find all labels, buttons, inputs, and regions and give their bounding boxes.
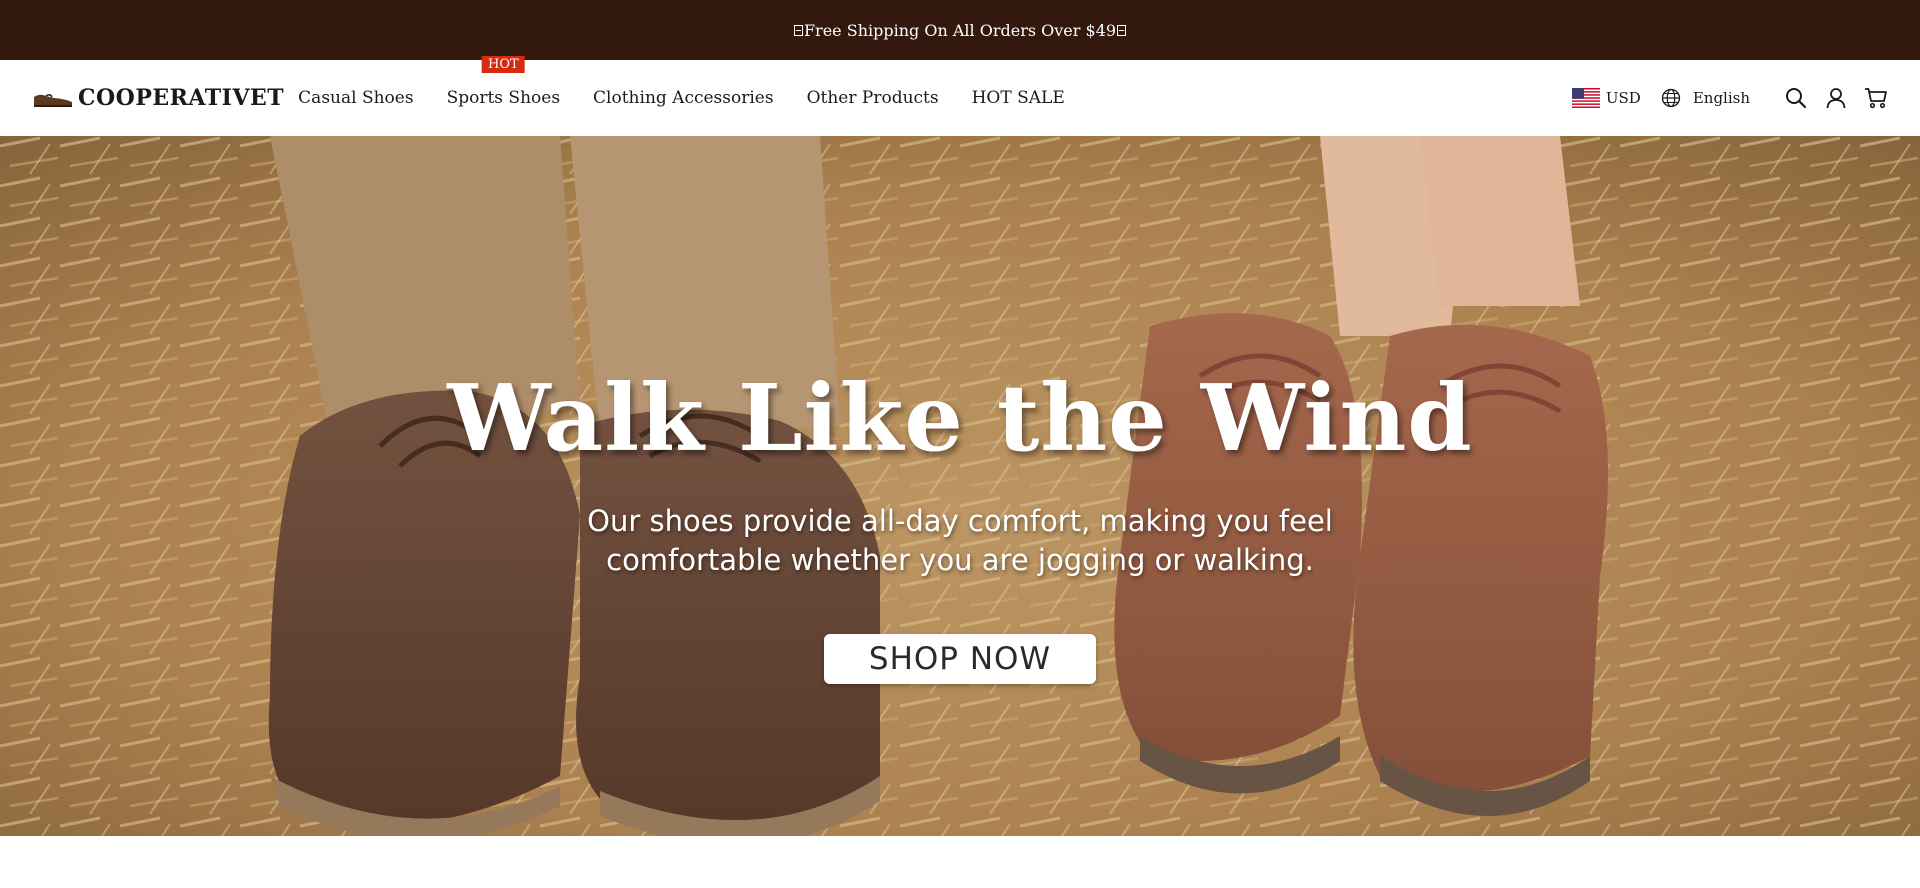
nav-casual-shoes[interactable]: Casual Shoes [298,88,413,108]
nav-sports-shoes-label: Sports Shoes [446,88,561,108]
currency-label: USD [1605,89,1641,107]
main-nav: Casual Shoes HOT Sports Shoes Clothing A… [298,56,1098,108]
header-tools: USD English [1571,86,1888,110]
hero-banner: Walk Like the Wind Our shoes provide all… [0,136,1920,836]
account-button[interactable] [1824,86,1848,110]
nav-hot-sale[interactable]: HOT SALE [972,88,1065,108]
language-label: English [1692,89,1750,107]
search-button[interactable] [1784,86,1808,110]
shoe-logo-icon [34,93,72,107]
language-selector[interactable]: English [1661,88,1750,108]
globe-icon [1661,88,1680,108]
brand-name: COOPERATIVET [78,85,285,111]
brand-logo[interactable]: COOPERATIVET [32,85,284,111]
us-flag-icon [1571,88,1600,108]
announcement-bar: Free Shipping On All Orders Over $49 [0,0,1920,60]
nav-other-products[interactable]: Other Products [807,88,939,108]
hot-badge: HOT [481,56,525,73]
site-header: COOPERATIVET Casual Shoes HOT Sports Sho… [0,56,1920,136]
account-icon [1826,88,1846,109]
decorative-glyph-icon [793,24,803,36]
currency-selector[interactable]: USD [1571,88,1641,108]
announcement-text: Free Shipping On All Orders Over $49 [803,20,1117,40]
hero-content: Walk Like the Wind Our shoes provide all… [0,136,1920,836]
shop-now-button[interactable]: SHOP NOW [824,634,1096,684]
cart-button[interactable] [1864,86,1888,110]
hero-title: Walk Like the Wind [447,364,1473,472]
decorative-glyph-icon [1117,24,1127,36]
nav-sports-shoes[interactable]: HOT Sports Shoes [446,56,561,108]
hero-subtitle: Our shoes provide all-day comfort, makin… [587,504,1333,577]
search-icon [1786,88,1807,109]
cart-icon [1865,88,1887,109]
nav-clothing-accessories[interactable]: Clothing Accessories [593,88,774,108]
